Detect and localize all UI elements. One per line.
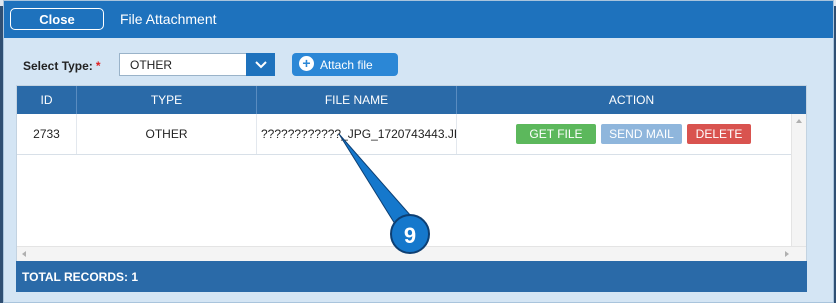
chevron-down-icon[interactable] — [246, 53, 275, 76]
close-button[interactable]: Close — [10, 8, 104, 30]
cell-id: 2733 — [17, 114, 77, 154]
select-type-label-text: Select Type: — [23, 59, 93, 73]
grid-header: ID TYPE FILE NAME ACTION — [17, 86, 806, 114]
get-file-button[interactable]: GET FILE — [516, 124, 596, 144]
dialog-titlebar: Close File Attachment — [4, 1, 833, 38]
total-records-label: TOTAL RECORDS: 1 — [22, 270, 139, 284]
header-id[interactable]: ID — [17, 86, 77, 114]
cell-type: OTHER — [77, 114, 257, 154]
attach-file-button[interactable]: + Attach file — [292, 53, 398, 76]
table-row[interactable]: 2733 OTHER ????????????_JPG_1720743443.J… — [17, 114, 806, 155]
header-action[interactable]: ACTION — [457, 86, 806, 114]
plus-icon: + — [299, 56, 314, 71]
annotation-marker-badge: 9 — [390, 214, 430, 254]
cell-action: GET FILE SEND MAIL DELETE — [457, 114, 792, 154]
cell-file-name: ????????????_JPG_1720743443.JP — [257, 114, 457, 154]
delete-button[interactable]: DELETE — [687, 124, 751, 144]
select-type-label: Select Type: * — [23, 59, 100, 73]
scroll-left-icon[interactable] — [19, 247, 29, 261]
attach-file-label: Attach file — [320, 58, 373, 72]
footer-right-strip — [810, 263, 833, 293]
scroll-right-icon[interactable] — [782, 247, 792, 261]
scroll-up-icon[interactable] — [792, 116, 806, 126]
required-mark: * — [95, 59, 101, 73]
select-type-dropdown[interactable]: OTHER — [119, 53, 275, 76]
header-type[interactable]: TYPE — [77, 86, 257, 114]
grid-footer: TOTAL RECORDS: 1 — [16, 261, 807, 292]
header-file-name[interactable]: FILE NAME — [257, 86, 457, 114]
vertical-scrollbar[interactable] — [791, 114, 806, 246]
send-mail-button[interactable]: SEND MAIL — [601, 124, 682, 144]
select-type-value: OTHER — [130, 58, 172, 72]
file-attachment-dialog: Close File Attachment Select Type: * OTHE… — [3, 0, 834, 303]
dialog-title: File Attachment — [120, 11, 217, 27]
